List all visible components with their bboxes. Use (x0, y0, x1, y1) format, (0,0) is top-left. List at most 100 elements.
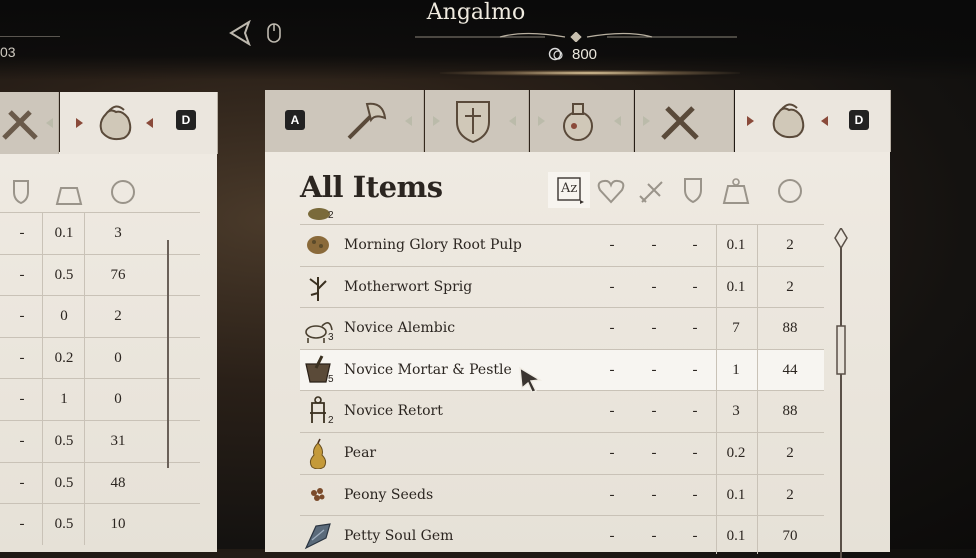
tab-arrow (538, 116, 545, 126)
item-weight: 0.5 (54, 475, 74, 491)
tab-arrow (509, 116, 516, 126)
item-quantity: 2 (328, 415, 334, 426)
tab-arrow (614, 116, 621, 126)
item-health: - (609, 279, 615, 295)
item-name: Peony Seeds (344, 487, 434, 503)
item-value: 2 (114, 308, 122, 324)
weight-icon (55, 187, 83, 205)
item-weight: 0.1 (726, 237, 746, 253)
table-row[interactable]: - 0.5 48 (0, 462, 200, 504)
item-armor: - (692, 320, 698, 336)
table-row[interactable]: Morning Glory Root Pulp - - - 0.1 2 (300, 224, 824, 266)
title-ornament (415, 32, 737, 42)
partial-row: 2 (300, 208, 824, 224)
item-damage: - (651, 403, 657, 419)
item-armor: - (692, 487, 698, 503)
back-arrow-icon[interactable] (228, 20, 252, 46)
player-tab-bar: D (0, 92, 218, 154)
item-value: 70 (782, 528, 798, 544)
item-weight: 0 (60, 308, 68, 324)
column-divider (757, 224, 758, 554)
sort-alpha-button[interactable]: Az (548, 172, 590, 208)
item-health: - (609, 403, 615, 419)
item-value: 48 (110, 475, 126, 491)
next-tab-key[interactable]: D (176, 110, 196, 130)
table-row[interactable]: 3 Novice Alembic - - - 7 88 (300, 307, 824, 349)
axe-icon (347, 102, 387, 140)
tab-weapons-left[interactable] (0, 92, 59, 154)
column-divider (42, 255, 43, 296)
table-row[interactable]: - 0.1 3 (0, 212, 200, 254)
item-health: - (609, 528, 615, 544)
next-tab-key[interactable]: D (849, 110, 869, 130)
merchant-scrollbar[interactable] (832, 228, 850, 558)
table-row[interactable]: 5 Novice Mortar & Pestle - - - 1 44 (300, 349, 824, 391)
item-health: - (609, 487, 615, 503)
table-row[interactable]: Petty Soul Gem - - - 0.1 70 (300, 515, 824, 557)
table-row[interactable]: - 1 0 (0, 378, 200, 420)
left-scrollbar[interactable] (167, 240, 169, 468)
item-name: Morning Glory Root Pulp (344, 237, 522, 253)
prev-tab-key[interactable]: A (285, 110, 305, 130)
item-health: - (609, 445, 615, 461)
crossed-tools-icon (661, 106, 699, 140)
mouse-cursor-icon (519, 366, 543, 393)
table-row[interactable]: - 0.5 76 (0, 254, 200, 296)
item-armor: - (692, 237, 698, 253)
mouse-icon (267, 23, 281, 43)
header-glow (440, 70, 740, 76)
item-armor: - (692, 403, 698, 419)
table-row[interactable]: - 0.2 0 (0, 337, 200, 379)
item-weight: 3 (732, 403, 740, 419)
column-divider (42, 421, 43, 462)
item-name: Petty Soul Gem (344, 528, 454, 544)
item-armor: - (19, 475, 25, 491)
tab-arrow (433, 116, 440, 126)
tab-arrow (76, 118, 83, 128)
item-damage: - (651, 487, 657, 503)
item-weight: 0.1 (726, 528, 746, 544)
column-divider (42, 296, 43, 337)
item-weight: 0.5 (54, 267, 74, 283)
tab-apparel[interactable] (425, 90, 529, 152)
tab-misc-left[interactable]: D (60, 92, 218, 154)
coin-icon (548, 47, 563, 61)
table-row[interactable]: Pear - - - 0.2 2 (300, 432, 824, 474)
table-row[interactable]: - 0 2 (0, 295, 200, 337)
tab-arrow (821, 116, 828, 126)
merchant-tab-bar: A D (265, 90, 891, 152)
column-divider (84, 338, 85, 379)
item-value: 76 (110, 267, 126, 283)
item-value: 2 (786, 487, 794, 503)
soul-gem-icon (304, 523, 331, 550)
sack-icon (772, 103, 805, 139)
tab-potions[interactable] (530, 90, 634, 152)
item-damage: - (651, 320, 657, 336)
column-divider (84, 421, 85, 462)
crossed-tools-icon (2, 110, 38, 140)
column-divider (84, 213, 85, 254)
item-weight: 0.1 (726, 279, 746, 295)
item-damage: - (651, 237, 657, 253)
item-name: Motherwort Sprig (344, 279, 473, 295)
column-divider (716, 224, 717, 554)
table-row[interactable]: Peony Seeds - - - 0.1 2 (300, 474, 824, 516)
table-row[interactable]: - 0.5 10 (0, 503, 200, 545)
table-row[interactable]: 2 Novice Retort - - - 3 88 (300, 390, 824, 432)
sprig-icon (309, 277, 327, 301)
item-armor: - (19, 350, 25, 366)
weight-icon (722, 185, 750, 204)
pear-icon (309, 438, 327, 469)
column-divider (84, 296, 85, 337)
tab-arrow (643, 116, 650, 126)
tab-misc[interactable]: D (735, 90, 891, 152)
category-title: All Items (300, 170, 443, 204)
item-name: Pear (344, 445, 377, 461)
column-divider (42, 213, 43, 254)
tab-arrow (46, 118, 53, 128)
tab-weapons[interactable]: A (265, 90, 424, 152)
table-row[interactable]: - 0.5 31 (0, 420, 200, 462)
item-name: Novice Mortar & Pestle (344, 362, 512, 378)
table-row[interactable]: Motherwort Sprig - - - 0.1 2 (300, 266, 824, 308)
tab-ingredients[interactable] (635, 90, 734, 152)
